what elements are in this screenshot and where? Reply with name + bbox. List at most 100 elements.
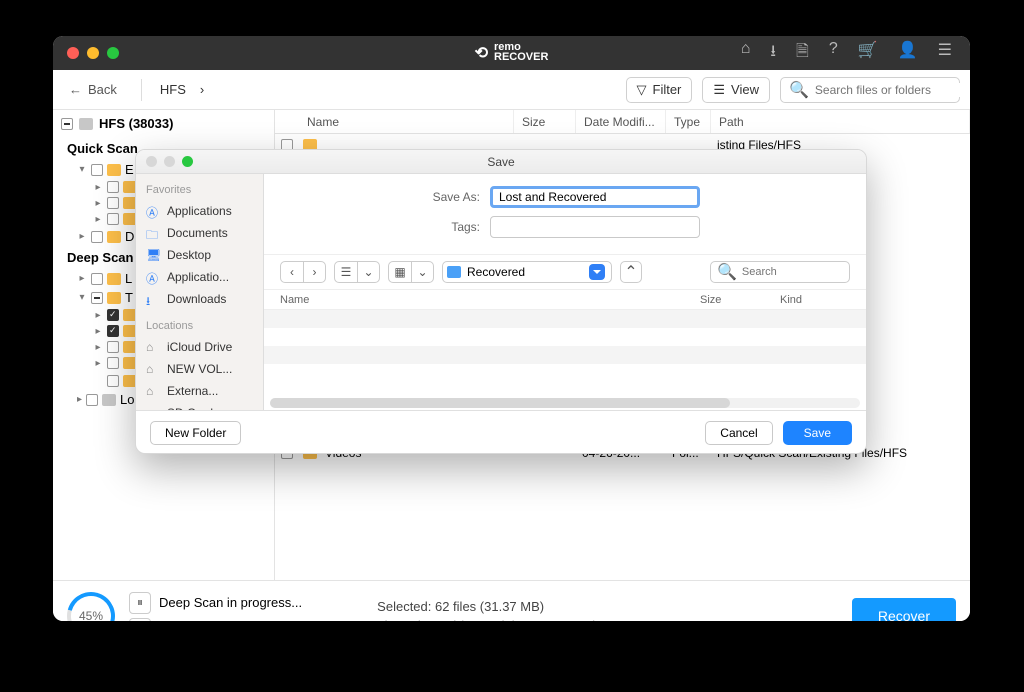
cart-icon[interactable]: 🛒: [858, 40, 878, 67]
close-icon[interactable]: [67, 47, 79, 59]
folder-select[interactable]: Recovered: [442, 261, 612, 283]
view-mode-list[interactable]: ☰⌄: [334, 261, 380, 283]
help-icon[interactable]: ?: [829, 40, 838, 67]
favorite-label: Documents: [167, 226, 228, 240]
location-item[interactable]: ⌂NEW VOL...: [136, 358, 263, 380]
favorite-item[interactable]: Ⓐ Applicatio...: [136, 266, 263, 288]
location-item[interactable]: ⌂SD Card: [136, 402, 263, 410]
col-date[interactable]: Date Modifi...: [576, 110, 666, 133]
location-item[interactable]: ⌂ iCloud Drive: [136, 336, 263, 358]
home-icon[interactable]: ⌂: [741, 40, 751, 67]
checkbox-icon[interactable]: [107, 357, 119, 369]
document-icon[interactable]: 🗎: [796, 40, 809, 67]
dialog-search[interactable]: 🔍: [710, 261, 850, 283]
drive-icon: [102, 394, 116, 406]
search-icon: 🔍: [717, 262, 737, 282]
search-icon: 🔍: [789, 80, 809, 100]
favorites-header: Favorites: [136, 180, 263, 200]
save-as-label: Save As:: [430, 190, 480, 204]
save-button[interactable]: Save: [783, 421, 852, 445]
tree-label: T: [125, 290, 133, 305]
checkbox-icon[interactable]: [91, 164, 103, 176]
location-item[interactable]: ⌂Externa...: [136, 380, 263, 402]
d-close-icon[interactable]: [146, 156, 157, 167]
zoom-icon[interactable]: [107, 47, 119, 59]
folder-icon: [107, 231, 121, 243]
checkbox-icon[interactable]: [91, 231, 103, 243]
chevron-icon: ▸: [77, 394, 82, 405]
favorite-item[interactable]: ⒶApplications: [136, 200, 263, 222]
download-icon[interactable]: ⭳: [770, 40, 776, 67]
location-label: iCloud Drive: [167, 340, 232, 354]
tree-label: E: [125, 162, 134, 177]
col-name[interactable]: Name: [299, 110, 514, 133]
favorite-label: Downloads: [167, 292, 226, 306]
dialog-search-input[interactable]: [742, 266, 843, 278]
view-mode-grid[interactable]: ▦⌄: [388, 261, 434, 283]
back-button[interactable]: ← Back: [63, 78, 123, 101]
stop-button[interactable]: ■: [129, 618, 151, 622]
progress-percent: 45%: [79, 609, 103, 622]
filter-button[interactable]: ▽ Filter: [626, 77, 693, 103]
time-status: Time Elapsed / Remaining: 00:06:54 / 00:…: [377, 618, 648, 622]
d-min-icon[interactable]: [164, 156, 175, 167]
search-field[interactable]: 🔍: [780, 77, 960, 103]
pause-button[interactable]: ⏸: [129, 592, 151, 614]
d-zoom-icon[interactable]: [182, 156, 193, 167]
checkbox-icon[interactable]: [107, 341, 119, 353]
chevron-icon: ▸: [93, 182, 103, 193]
list-icon: ☰: [335, 262, 357, 282]
checkbox-icon[interactable]: [91, 292, 103, 304]
h-scrollbar[interactable]: [270, 398, 860, 408]
search-input[interactable]: [815, 83, 970, 97]
tags-input[interactable]: [490, 216, 700, 238]
dcol-kind[interactable]: Kind: [780, 294, 850, 306]
checkbox-icon[interactable]: [107, 325, 119, 337]
checkbox-icon[interactable]: [61, 118, 73, 130]
favorite-item[interactable]: 🗀Documents: [136, 222, 263, 244]
recover-button[interactable]: Recover: [852, 598, 956, 622]
folder-icon: Ⓐ: [146, 270, 160, 284]
expand-button[interactable]: ⌃: [620, 261, 642, 283]
cancel-button[interactable]: Cancel: [705, 421, 772, 445]
save-as-input[interactable]: [490, 186, 700, 208]
grid-icon: ▦: [389, 262, 411, 282]
tree-label: D: [125, 229, 134, 244]
save-dialog: Save Favorites ⒶApplications🗀Documents🖥D…: [135, 149, 867, 454]
user-icon[interactable]: 👤: [898, 40, 918, 67]
drive-icon: [79, 118, 93, 130]
checkbox-icon[interactable]: [107, 213, 119, 225]
dcol-name[interactable]: Name: [280, 294, 700, 306]
favorite-label: Applicatio...: [167, 270, 229, 284]
checkbox-icon[interactable]: [107, 181, 119, 193]
drive-icon: ⌂: [146, 340, 160, 354]
col-path[interactable]: Path: [711, 110, 970, 133]
location-label: NEW VOL...: [167, 362, 232, 376]
scan-status: Deep Scan in progress...: [159, 595, 302, 610]
minimize-icon[interactable]: [87, 47, 99, 59]
dcol-size[interactable]: Size: [700, 294, 780, 306]
favorite-item[interactable]: 🖥Desktop: [136, 244, 263, 266]
favorite-item[interactable]: ⭳Downloads: [136, 288, 263, 310]
col-size[interactable]: Size: [514, 110, 576, 133]
new-folder-button[interactable]: New Folder: [150, 421, 241, 445]
checkbox-icon[interactable]: [107, 197, 119, 209]
chevron-icon: ▸: [77, 273, 87, 284]
checkbox-icon[interactable]: [86, 394, 98, 406]
breadcrumb[interactable]: HFS ›: [160, 82, 204, 97]
nav-back-fwd[interactable]: ‹›: [280, 261, 326, 283]
dialog-file-list: [264, 310, 866, 396]
chevron-icon: ▸: [77, 231, 87, 242]
filter-icon: ▽: [637, 82, 647, 98]
drive-icon: ⌂: [146, 406, 160, 410]
checkbox-icon[interactable]: [107, 309, 119, 321]
checkbox-icon[interactable]: [91, 273, 103, 285]
arrow-left-icon: ←: [69, 82, 82, 97]
col-type[interactable]: Type: [666, 110, 711, 133]
checkbox-icon[interactable]: [107, 375, 119, 387]
view-button[interactable]: ☰ View: [702, 77, 770, 103]
dropdown-icon: [589, 264, 605, 280]
menu-icon[interactable]: ☰: [938, 40, 952, 67]
sidebar-root[interactable]: HFS (38033): [53, 110, 274, 137]
chevron-left-icon: ‹: [281, 262, 303, 282]
